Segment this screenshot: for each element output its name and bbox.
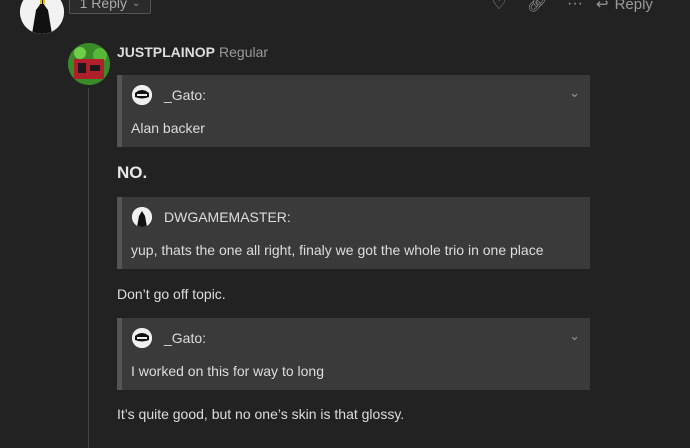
cat-face-avatar-icon <box>132 85 152 105</box>
quote-header[interactable]: _Gato: <box>132 85 206 105</box>
post-paragraph: Don’t go off topic. <box>117 286 226 302</box>
replies-toggle-button[interactable]: 1 Reply ⌄ <box>69 0 151 14</box>
quote-author: _Gato: <box>164 87 207 103</box>
red-green-avatar-icon <box>68 43 110 85</box>
quote-author-avatar <box>132 328 152 348</box>
quote-block: _Gato: ⌄ Alan backer <box>117 75 590 147</box>
heart-icon[interactable]: ♡ <box>480 0 518 14</box>
quote-block: _Gato: ⌄ I worked on this for way to lon… <box>117 318 590 390</box>
quote-header[interactable]: DWGAMEMASTER: <box>132 207 291 227</box>
chevron-down-icon[interactable]: ⌄ <box>569 328 580 344</box>
quote-author: _Gato: <box>164 330 207 346</box>
quote-text: Alan backer <box>131 120 205 136</box>
post-heading: NO. <box>117 163 148 182</box>
previous-post-avatar[interactable] <box>20 0 64 34</box>
quote-author-avatar <box>132 207 152 227</box>
reply-arrow-icon: ↩ <box>596 0 609 13</box>
black-figure-avatar-icon <box>20 0 64 34</box>
black-figure-avatar-icon <box>132 207 152 227</box>
quote-text: I worked on this for way to long <box>131 363 324 379</box>
quote-block: DWGAMEMASTER: yup, thats the one all rig… <box>117 197 590 269</box>
reply-button[interactable]: ↩ Reply <box>596 0 653 13</box>
cat-face-avatar-icon <box>132 328 152 348</box>
user-title: Regular <box>219 44 269 60</box>
username-link[interactable]: JUSTPLAINOP <box>117 44 215 60</box>
post-paragraph: It’s quite good, but no one’s skin is th… <box>117 406 405 422</box>
poster-avatar[interactable] <box>68 43 110 85</box>
chevron-down-icon[interactable]: ⌄ <box>569 85 580 101</box>
reply-label: Reply <box>614 0 653 13</box>
chevron-down-icon: ⌄ <box>132 0 141 9</box>
ellipsis-icon[interactable]: ··· <box>556 0 594 13</box>
thread-line <box>88 88 89 448</box>
quote-header[interactable]: _Gato: <box>132 328 206 348</box>
replies-count-label: 1 Reply <box>79 0 128 11</box>
link-icon[interactable]: 🔗︎ <box>518 0 556 14</box>
post-actions-bar: ♡ 🔗︎ ··· ↩ Reply <box>480 0 653 14</box>
quote-author-avatar <box>132 85 152 105</box>
quote-author: DWGAMEMASTER: <box>164 209 291 225</box>
quote-text: yup, thats the one all right, finaly we … <box>131 242 544 258</box>
post-author: JUSTPLAINOP Regular <box>117 44 268 60</box>
